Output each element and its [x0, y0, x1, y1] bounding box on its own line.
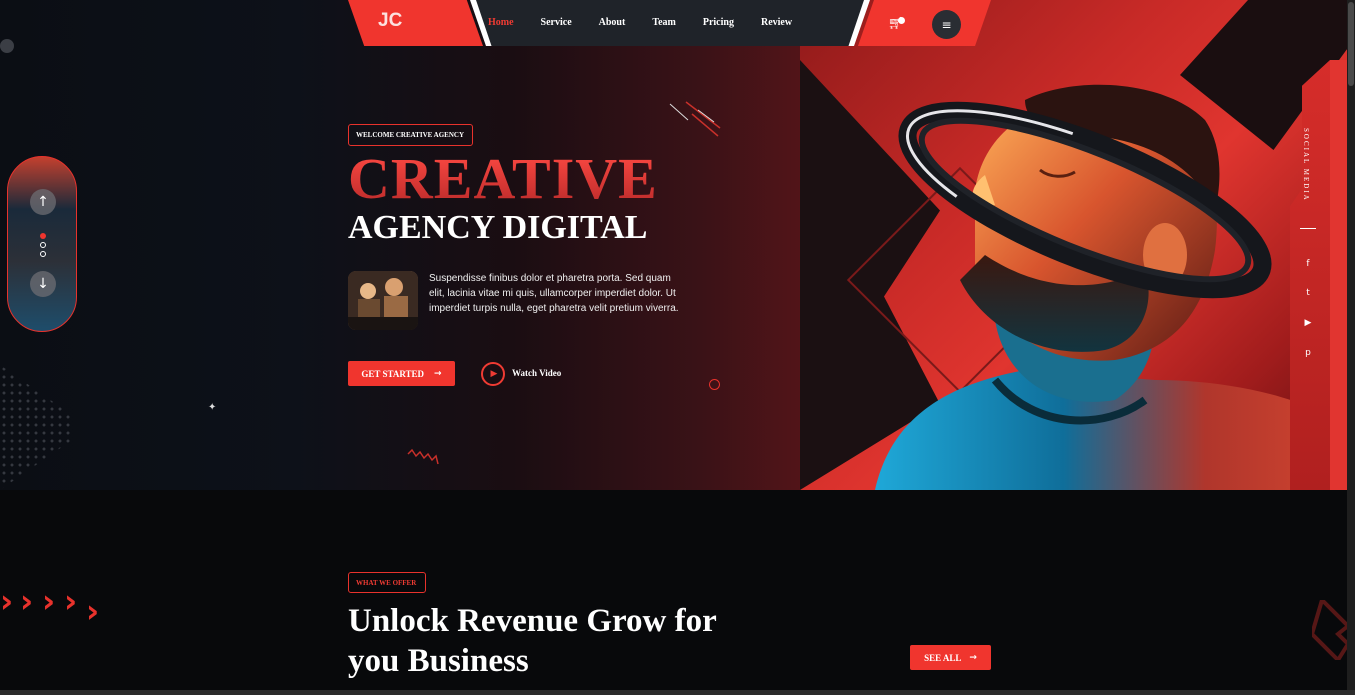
line-decoration [669, 101, 721, 137]
team-thumbnail-image [348, 271, 418, 330]
chevron-decoration: › [20, 582, 34, 620]
window-bottom-edge [0, 690, 1355, 695]
cart-badge [898, 17, 905, 24]
nav-link-team[interactable]: Team [652, 17, 676, 28]
hero-person-image [875, 84, 1347, 490]
scrollbar-thumb[interactable] [1348, 2, 1354, 86]
nav-link-about[interactable]: About [599, 17, 626, 28]
dot-grid-decoration [0, 365, 72, 490]
scrollbar[interactable] [1347, 0, 1355, 695]
hero-title-agency: AGENCY DIGITAL [348, 209, 648, 246]
youtube-icon[interactable]: ▶ [1302, 317, 1314, 329]
site-logo[interactable]: JC [378, 10, 402, 32]
offer-tag: WHAT WE OFFER [348, 572, 426, 593]
hero-tag: WELCOME CREATIVE AGENCY [348, 124, 473, 146]
zigzag-decoration [407, 448, 439, 465]
slide-dot[interactable] [40, 251, 46, 257]
nav-actions-block [858, 0, 991, 46]
chevron-decoration: › [86, 592, 100, 630]
arrow-right-icon: → [969, 652, 977, 663]
get-started-label: GET STARTED [361, 368, 425, 379]
offer-heading: Unlock Revenue Grow for you Business [348, 603, 717, 679]
arrow-up-icon[interactable]: ↑ [30, 189, 56, 215]
pinterest-icon[interactable]: p [1302, 347, 1314, 359]
watch-video-link[interactable]: Watch Video [512, 368, 561, 378]
facebook-icon[interactable]: f [1302, 258, 1314, 270]
nav-link-review[interactable]: Review [761, 17, 792, 28]
chevron-decoration: › [0, 582, 14, 620]
social-media-label: SOCIAL MEDIA [1302, 128, 1310, 202]
hero-slider-control: ↑ ↓ [7, 156, 77, 332]
red-edge-decoration [1330, 60, 1347, 490]
chevron-decoration: › [64, 582, 78, 620]
nav-link-pricing[interactable]: Pricing [703, 17, 734, 28]
decorative-dot [0, 39, 14, 53]
arrow-right-icon: → [434, 368, 442, 379]
slide-dot[interactable] [40, 242, 46, 248]
see-all-label: SEE ALL [924, 652, 962, 663]
chevron-decoration: › [42, 582, 56, 620]
ring-decoration [709, 379, 720, 390]
nav-link-home[interactable]: Home [488, 17, 514, 28]
nav-link-service[interactable]: Service [541, 17, 572, 28]
hamburger-icon[interactable]: ≡ [932, 10, 961, 39]
arrow-down-icon[interactable]: ↓ [30, 271, 56, 297]
hero-description: Suspendisse finibus dolor et pharetra po… [429, 273, 679, 314]
social-divider [1300, 228, 1316, 229]
get-started-button[interactable]: GET STARTED → [348, 361, 455, 386]
hero-section: ✦ SOCIAL MEDIA f t ▶ p WELCOME CREATIVE … [0, 0, 1347, 490]
see-all-button[interactable]: SEE ALL → [910, 645, 991, 670]
nav-logo-block [348, 0, 483, 46]
play-icon[interactable]: ▶ [481, 362, 505, 386]
twitter-icon[interactable]: t [1302, 287, 1314, 299]
slide-dot-active[interactable] [40, 233, 46, 239]
hero-title-creative: CREATIVE [348, 146, 658, 211]
star-icon: ✦ [208, 402, 217, 413]
cross-decoration [1312, 600, 1348, 660]
main-navigation: Home Service About Team Pricing Review [488, 17, 819, 28]
